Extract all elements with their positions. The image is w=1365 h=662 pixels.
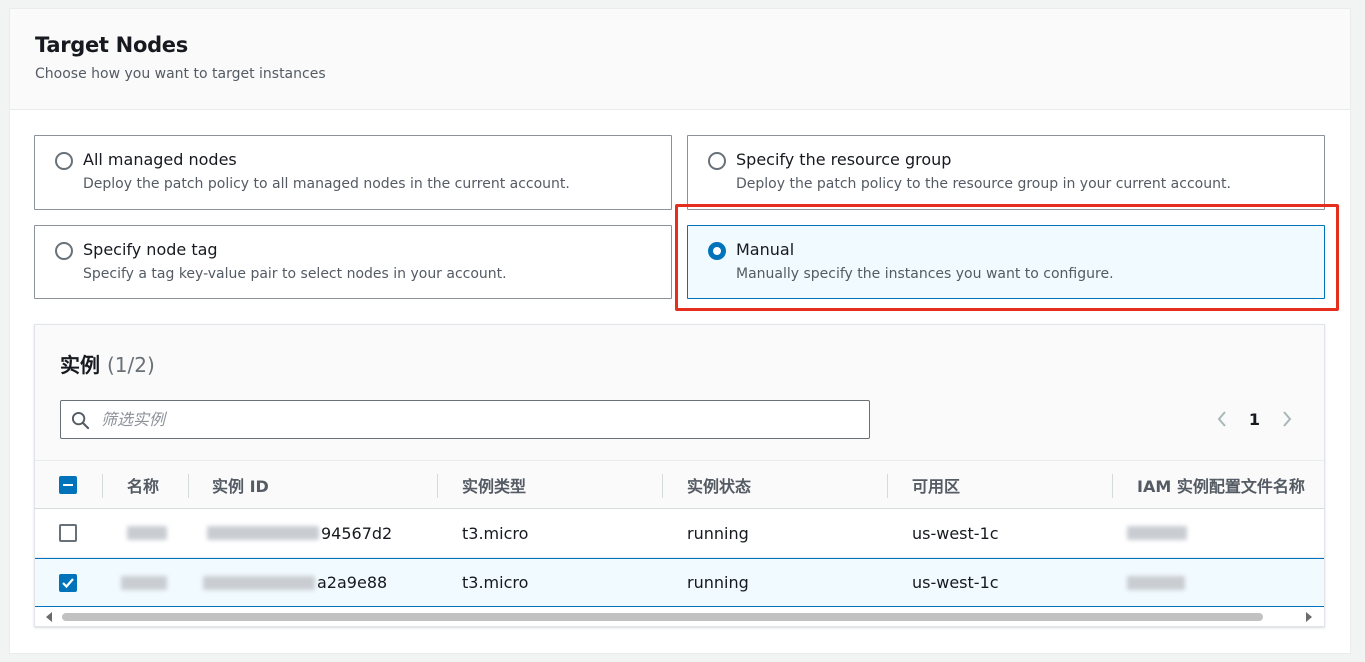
option-all-managed-nodes[interactable]: All managed nodes Deploy the patch polic… (34, 135, 672, 210)
redacted-value (121, 575, 167, 590)
pagination: 1 (1215, 409, 1294, 429)
option-description: Specify a tag key-value pair to select n… (83, 266, 507, 282)
redacted-value (1127, 575, 1185, 590)
row-checkbox[interactable] (59, 524, 77, 542)
iam-profile-redacted (1127, 559, 1185, 606)
radio-node-tag[interactable] (55, 242, 73, 260)
column-separator (437, 474, 438, 498)
instance-state: running (687, 573, 749, 592)
column-separator (887, 474, 888, 498)
instance-type: t3.micro (462, 573, 529, 592)
panel-description: Choose how you want to target instances (35, 66, 326, 82)
scroll-right-icon[interactable] (1303, 611, 1315, 623)
column-separator (102, 474, 103, 498)
column-header-instance-id[interactable]: 实例 ID (212, 461, 269, 508)
column-header-name[interactable]: 名称 (127, 461, 159, 508)
row-select-cell (59, 509, 77, 557)
instance-id-suffix: a2a9e88 (317, 573, 388, 592)
row-select-cell (59, 559, 77, 606)
radio-resource-group[interactable] (708, 152, 726, 170)
instance-id[interactable]: a2a9e88 (203, 559, 387, 606)
search-icon (71, 411, 90, 430)
option-title: All managed nodes (83, 150, 237, 169)
selection-count: (1/2) (106, 353, 155, 377)
column-header-availability-zone[interactable]: 可用区 (912, 461, 960, 508)
table-header-area: 实例 (1/2) 1 (35, 325, 1324, 460)
radio-manual[interactable] (708, 242, 726, 260)
option-description: Deploy the patch policy to the resource … (736, 176, 1231, 192)
availability-zone: us-west-1c (912, 573, 999, 592)
horizontal-scrollbar[interactable] (35, 608, 1324, 626)
checkmark-icon (62, 577, 74, 588)
option-node-tag[interactable]: Specify node tag Specify a tag key-value… (34, 225, 672, 299)
instance-name-redacted (127, 509, 167, 557)
option-resource-group[interactable]: Specify the resource group Deploy the pa… (687, 135, 1325, 210)
table-header-row: 名称 实例 ID 实例类型 实例状态 可用区 IAM 实例配置文件名称 (35, 460, 1324, 509)
table-title-text: 实例 (60, 353, 100, 377)
chevron-left-icon (1217, 411, 1226, 427)
search-input[interactable] (101, 401, 861, 438)
table-title: 实例 (1/2) (60, 349, 155, 378)
option-description: Manually specify the instances you want … (736, 266, 1114, 282)
chevron-right-icon (1283, 411, 1292, 427)
redacted-value (207, 526, 319, 540)
current-page[interactable]: 1 (1249, 410, 1260, 429)
redacted-value (1127, 526, 1187, 540)
option-manual[interactable]: Manual Manually specify the instances yo… (687, 225, 1325, 299)
column-header-instance-type[interactable]: 实例类型 (462, 461, 526, 508)
column-header-iam-profile[interactable]: IAM 实例配置文件名称 (1137, 461, 1305, 508)
column-header-instance-state[interactable]: 实例状态 (687, 461, 751, 508)
panel-header: Target Nodes Choose how you want to targ… (10, 9, 1350, 110)
option-title: Specify the resource group (736, 150, 952, 169)
instance-type: t3.micro (462, 523, 529, 543)
table-row[interactable]: 94567d2 t3.micro running us-west-1c (35, 509, 1324, 558)
option-title: Specify node tag (83, 240, 218, 259)
column-separator (662, 474, 663, 498)
row-checkbox-checked[interactable] (59, 573, 77, 592)
instance-state: running (687, 523, 749, 543)
redacted-value (127, 526, 167, 540)
instance-name-redacted (121, 559, 167, 606)
select-all-cell (59, 461, 77, 508)
instances-table: 实例 (1/2) 1 (34, 324, 1325, 627)
availability-zone: us-west-1c (912, 523, 999, 543)
select-all-checkbox[interactable] (59, 475, 77, 494)
instances-grid: 名称 实例 ID 实例类型 实例状态 可用区 IAM 实例配置文件名称 9456… (35, 460, 1324, 607)
column-separator (1112, 474, 1113, 498)
column-separator (188, 474, 189, 498)
redacted-value (203, 575, 315, 590)
next-page-button[interactable] (1280, 409, 1294, 429)
scroll-left-icon[interactable] (43, 611, 55, 623)
panel-title: Target Nodes (35, 33, 188, 57)
radio-all-managed-nodes[interactable] (55, 152, 73, 170)
previous-page-button[interactable] (1215, 409, 1229, 429)
table-row-selected[interactable]: a2a9e88 t3.micro running us-west-1c (35, 558, 1324, 607)
option-description: Deploy the patch policy to all managed n… (83, 176, 570, 192)
scrollbar-thumb[interactable] (62, 613, 1263, 621)
iam-profile-redacted (1127, 509, 1187, 557)
option-title: Manual (736, 240, 795, 259)
instance-id-suffix: 94567d2 (321, 523, 393, 543)
search-box[interactable] (60, 400, 870, 439)
instance-id[interactable]: 94567d2 (207, 509, 392, 557)
